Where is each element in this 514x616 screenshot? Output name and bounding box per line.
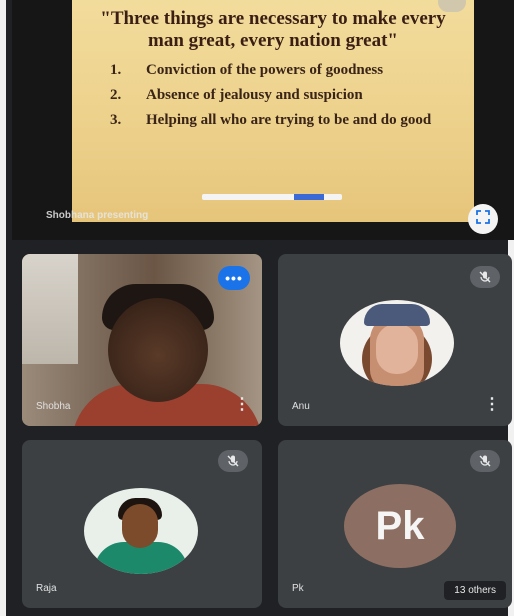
participant-initials-avatar: Pk [344, 484, 456, 568]
audio-level-icon: ••• [218, 266, 250, 290]
mic-off-icon [470, 266, 500, 288]
presentation-slide: "Three things are necessary to make ever… [72, 0, 474, 222]
participant-name: Shobha [36, 401, 71, 412]
more-vert-icon[interactable]: ⋮ [234, 397, 250, 413]
slide-list: 1. Conviction of the powers of goodness … [90, 62, 456, 129]
video-background-window [22, 254, 78, 364]
slide-item-text: Absence of jealousy and suspicion [146, 87, 363, 103]
slide-corner-indicator [438, 0, 466, 12]
slide-list-item: 1. Conviction of the powers of goodness [90, 62, 456, 79]
fullscreen-button[interactable] [468, 204, 498, 234]
presentation-area: "Three things are necessary to make ever… [12, 0, 514, 240]
slide-list-item: 3. Helping all who are trying to be and … [90, 112, 456, 129]
more-vert-icon[interactable]: ⋮ [484, 397, 500, 413]
slide-item-number: 3. [110, 112, 122, 128]
slide-item-text: Helping all who are trying to be and do … [146, 112, 432, 128]
text-highlight [202, 194, 342, 200]
participant-tile[interactable]: Raja [22, 440, 262, 608]
mic-off-icon [470, 450, 500, 472]
text-highlight-selection [294, 194, 324, 200]
participant-tile[interactable]: Anu ⋮ [278, 254, 512, 426]
others-chip[interactable]: 13 others [444, 581, 506, 600]
participant-avatar [84, 488, 198, 574]
slide-item-number: 1. [110, 62, 122, 78]
participant-name: Anu [292, 401, 310, 412]
participant-name: Pk [292, 583, 304, 594]
participant-tile[interactable]: Pk Pk 13 others [278, 440, 512, 608]
participant-avatar [340, 300, 454, 386]
presenter-label: Shobhana presenting [46, 210, 149, 221]
slide-item-number: 2. [110, 87, 122, 103]
fullscreen-icon [475, 209, 491, 230]
video-person-head [108, 298, 208, 402]
slide-list-item: 2. Absence of jealousy and suspicion [90, 87, 456, 104]
participant-name: Raja [36, 583, 57, 594]
slide-item-text: Conviction of the powers of goodness [146, 62, 384, 78]
mic-off-icon [218, 450, 248, 472]
participant-tile[interactable]: ••• Shobha ⋮ [22, 254, 262, 426]
meeting-window: "Three things are necessary to make ever… [0, 0, 514, 616]
slide-title: "Three things are necessary to make ever… [100, 8, 446, 51]
